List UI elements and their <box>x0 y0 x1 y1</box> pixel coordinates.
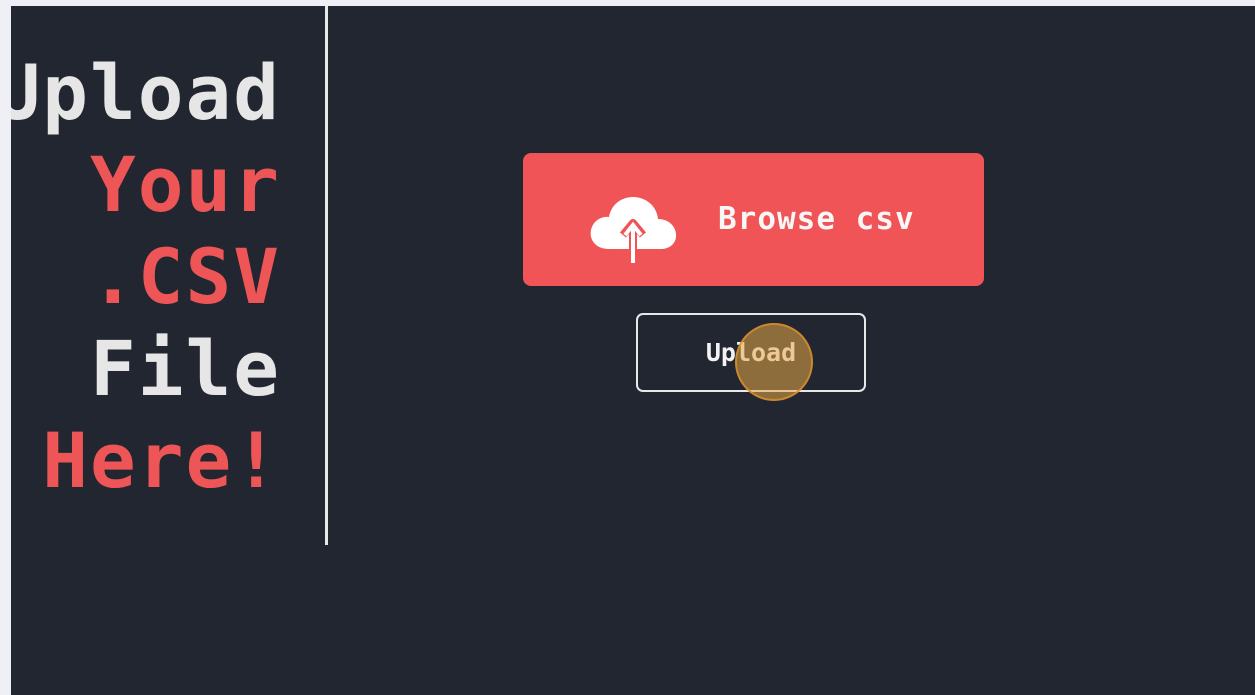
upload-button[interactable]: Upload <box>636 313 866 392</box>
heading-line-1: Upload <box>11 48 281 137</box>
heading-line-4: File <box>89 324 281 413</box>
heading-line-3: .CSV <box>89 232 281 321</box>
upload-heading: Upload Your .CSV File Here! <box>11 47 281 507</box>
upload-button-label: Upload <box>705 338 797 367</box>
vertical-divider <box>325 6 328 545</box>
browse-csv-label: Browse csv <box>718 201 915 237</box>
browse-csv-button[interactable]: Browse csv <box>523 153 984 286</box>
heading-line-5: Here! <box>42 416 281 505</box>
upload-panel: Upload Your .CSV File Here! Browse csv U… <box>11 6 1255 695</box>
heading-line-2: Your <box>89 140 281 229</box>
cloud-upload-icon <box>590 197 677 263</box>
